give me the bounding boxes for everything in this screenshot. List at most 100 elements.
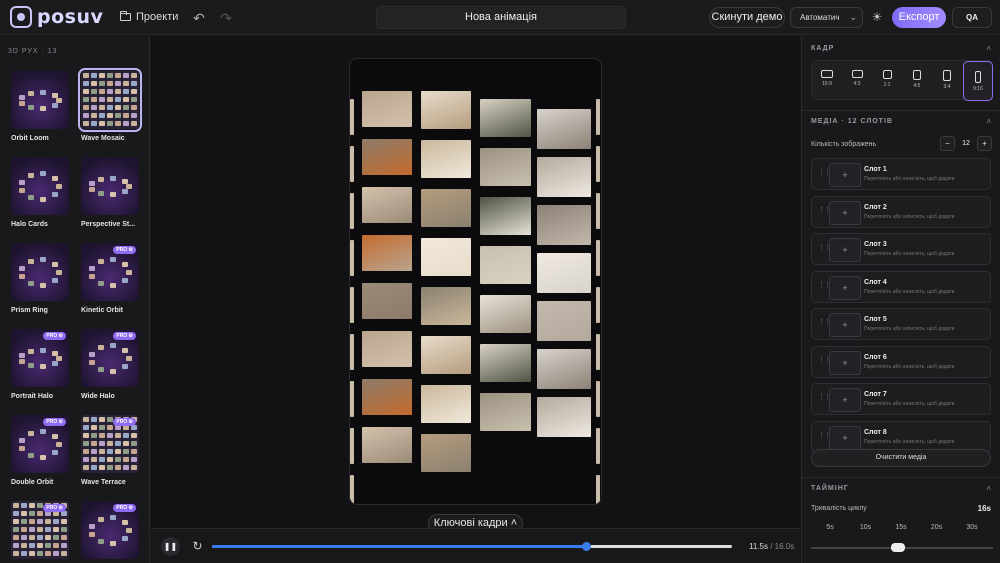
media-slot[interactable]: ⋮⋮ + Слот 1 Перетягніть або натисніть, щоб …	[811, 158, 991, 190]
thumbnail-tile	[51, 92, 58, 98]
aspect-ratio-option[interactable]: 9:16	[963, 61, 993, 101]
aspect-ratio-option[interactable]: 16:9	[812, 61, 842, 101]
duration-option[interactable]: 30s	[956, 520, 988, 536]
media-slot[interactable]: ⋮⋮ + Слот 4 Перетягніть або натисніть, щоб …	[811, 270, 991, 303]
media-slot[interactable]: ⋮⋮ + Слот 3 Перетягніть або натисніть, щоб …	[811, 233, 991, 265]
projects-button[interactable]: Проекти	[120, 11, 178, 23]
thumbnail-tile	[56, 270, 62, 275]
aspect-ratio-option[interactable]: 3:4	[932, 61, 962, 101]
project-title-input[interactable]: Нова анімація	[376, 6, 626, 29]
duration-option[interactable]: 5s	[814, 520, 846, 536]
pause-icon[interactable]: ❚❚	[161, 537, 180, 556]
duration-option[interactable]: 10s	[850, 520, 882, 536]
add-media-button[interactable]: +	[829, 388, 861, 412]
template-card[interactable]: PRO ⚙ Wave Terrace	[81, 415, 143, 486]
duration-slider-handle[interactable]	[891, 543, 905, 552]
thumbnail-tile	[56, 184, 62, 189]
thumbnail-tile	[115, 105, 121, 110]
thumbnail-tile	[115, 441, 121, 446]
qa-button[interactable]: QA	[952, 7, 992, 28]
template-card[interactable]: PRO ⚙	[11, 501, 73, 563]
add-media-button[interactable]: +	[829, 425, 861, 450]
mode-select[interactable]: Автоматич ⌄	[790, 7, 863, 28]
preview-photo-tile	[596, 240, 600, 276]
increase-count-button[interactable]: +	[977, 136, 992, 151]
thumbnail-tile	[27, 453, 34, 459]
template-name: Kinetic Orbit	[81, 307, 124, 314]
slot-hint: Перетягніть або натисніть, щоб додати	[864, 251, 955, 257]
template-thumbnail: PRO ⚙	[11, 329, 69, 387]
add-media-button[interactable]: +	[829, 313, 861, 337]
thumbnail-tile	[99, 441, 105, 446]
add-media-button[interactable]: +	[829, 275, 861, 300]
timeline-progress	[212, 545, 587, 548]
undo-icon[interactable]: ↶	[191, 10, 207, 26]
preview-photo-tile	[596, 193, 600, 229]
template-card[interactable]: Wave Mosaic	[78, 68, 143, 142]
template-card[interactable]: PRO ⚙ Wide Halo	[81, 329, 143, 400]
thumbnail-tile	[51, 192, 58, 198]
thumbnail-tile	[83, 465, 89, 470]
thumbnail-tile	[121, 519, 128, 525]
reset-demo-button[interactable]: Скинути демо	[709, 7, 785, 28]
preview-photo-tile	[362, 283, 412, 319]
chevron-up-icon[interactable]: ˄	[986, 44, 991, 53]
logo[interactable]: posuv	[10, 6, 103, 28]
add-media-button[interactable]: +	[829, 163, 861, 187]
template-card[interactable]: PRO ⚙ Double Orbit	[11, 415, 73, 486]
thumbnail-tile	[91, 121, 97, 126]
thumbnail-tile	[27, 104, 34, 110]
media-slot[interactable]: ⋮⋮ + Слот 7 Перетягніть або натисніть, щоб …	[811, 383, 991, 415]
thumbnail-tile	[121, 347, 128, 353]
preview-canvas[interactable]	[349, 58, 602, 505]
thumbnail-tile	[37, 535, 43, 540]
aspect-ratio-option[interactable]: 1:1	[872, 61, 902, 101]
clear-media-button[interactable]: Очистити медіа	[811, 449, 991, 467]
theme-toggle-sun-icon[interactable]: ☀	[870, 10, 884, 24]
media-slot[interactable]: ⋮⋮ + Слот 5 Перетягніть або натисніть, щоб …	[811, 308, 991, 340]
thumbnail-tile	[83, 433, 89, 438]
thumbnail-tile	[123, 73, 129, 78]
template-card[interactable]: Halo Cards	[11, 157, 73, 228]
thumbnail-tile	[40, 454, 47, 460]
chevron-up-icon[interactable]: ˄	[986, 484, 991, 493]
template-card[interactable]: PRO ⚙ Kinetic Orbit	[81, 243, 143, 314]
preview-photo-tile	[362, 187, 412, 223]
thumbnail-tile	[99, 465, 105, 470]
template-card[interactable]: PRO ⚙	[81, 501, 143, 563]
aspect-ratio-option[interactable]: 4:5	[902, 61, 932, 101]
aspect-ratio-icon	[975, 71, 981, 83]
thumbnail-tile	[99, 121, 105, 126]
thumbnail-tile	[123, 121, 129, 126]
add-media-button[interactable]: +	[829, 238, 861, 262]
export-button[interactable]: Експорт	[892, 7, 946, 28]
media-slot[interactable]: ⋮⋮ + Слот 2 Перетягніть або натисніть, щоб …	[811, 195, 991, 228]
aspect-ratio-icon	[943, 70, 951, 81]
thumbnail-tile	[123, 457, 129, 462]
media-slot[interactable]: ⋮⋮ + Слот 8 Перетягніть або натисніть, щоб …	[811, 420, 991, 453]
redo-icon[interactable]: ↷	[218, 10, 234, 26]
thumbnail-tile	[115, 89, 121, 94]
timeline-scrubber[interactable]	[212, 542, 732, 551]
timeline-handle[interactable]	[582, 542, 592, 551]
media-slot[interactable]: ⋮⋮ + Слот 6 Перетягніть або натисніть, щоб …	[811, 345, 991, 378]
template-card[interactable]: Perspective St...	[81, 157, 143, 228]
preview-photo-tile	[421, 287, 471, 325]
template-card[interactable]: Orbit Loom	[11, 71, 73, 142]
add-media-button[interactable]: +	[829, 200, 861, 225]
duration-option[interactable]: 20s	[921, 520, 953, 536]
preview-photo-tile	[480, 148, 531, 186]
template-card[interactable]: Prism Ring	[11, 243, 73, 314]
chevron-up-icon[interactable]: ˄	[986, 117, 991, 126]
thumbnail-tile	[91, 113, 97, 118]
template-card[interactable]: PRO ⚙ Portrait Halo	[11, 329, 73, 400]
thumbnail-tile	[107, 105, 113, 110]
decrease-count-button[interactable]: −	[940, 136, 955, 151]
duration-option[interactable]: 15s	[885, 520, 917, 536]
aspect-ratio-option[interactable]: 4:3	[842, 61, 872, 101]
template-name: Double Orbit	[11, 479, 54, 486]
thumbnail-tile	[19, 446, 26, 452]
add-media-button[interactable]: +	[829, 350, 861, 375]
thumbnail-tile	[131, 465, 137, 470]
restart-icon[interactable]: ↻	[188, 537, 207, 556]
